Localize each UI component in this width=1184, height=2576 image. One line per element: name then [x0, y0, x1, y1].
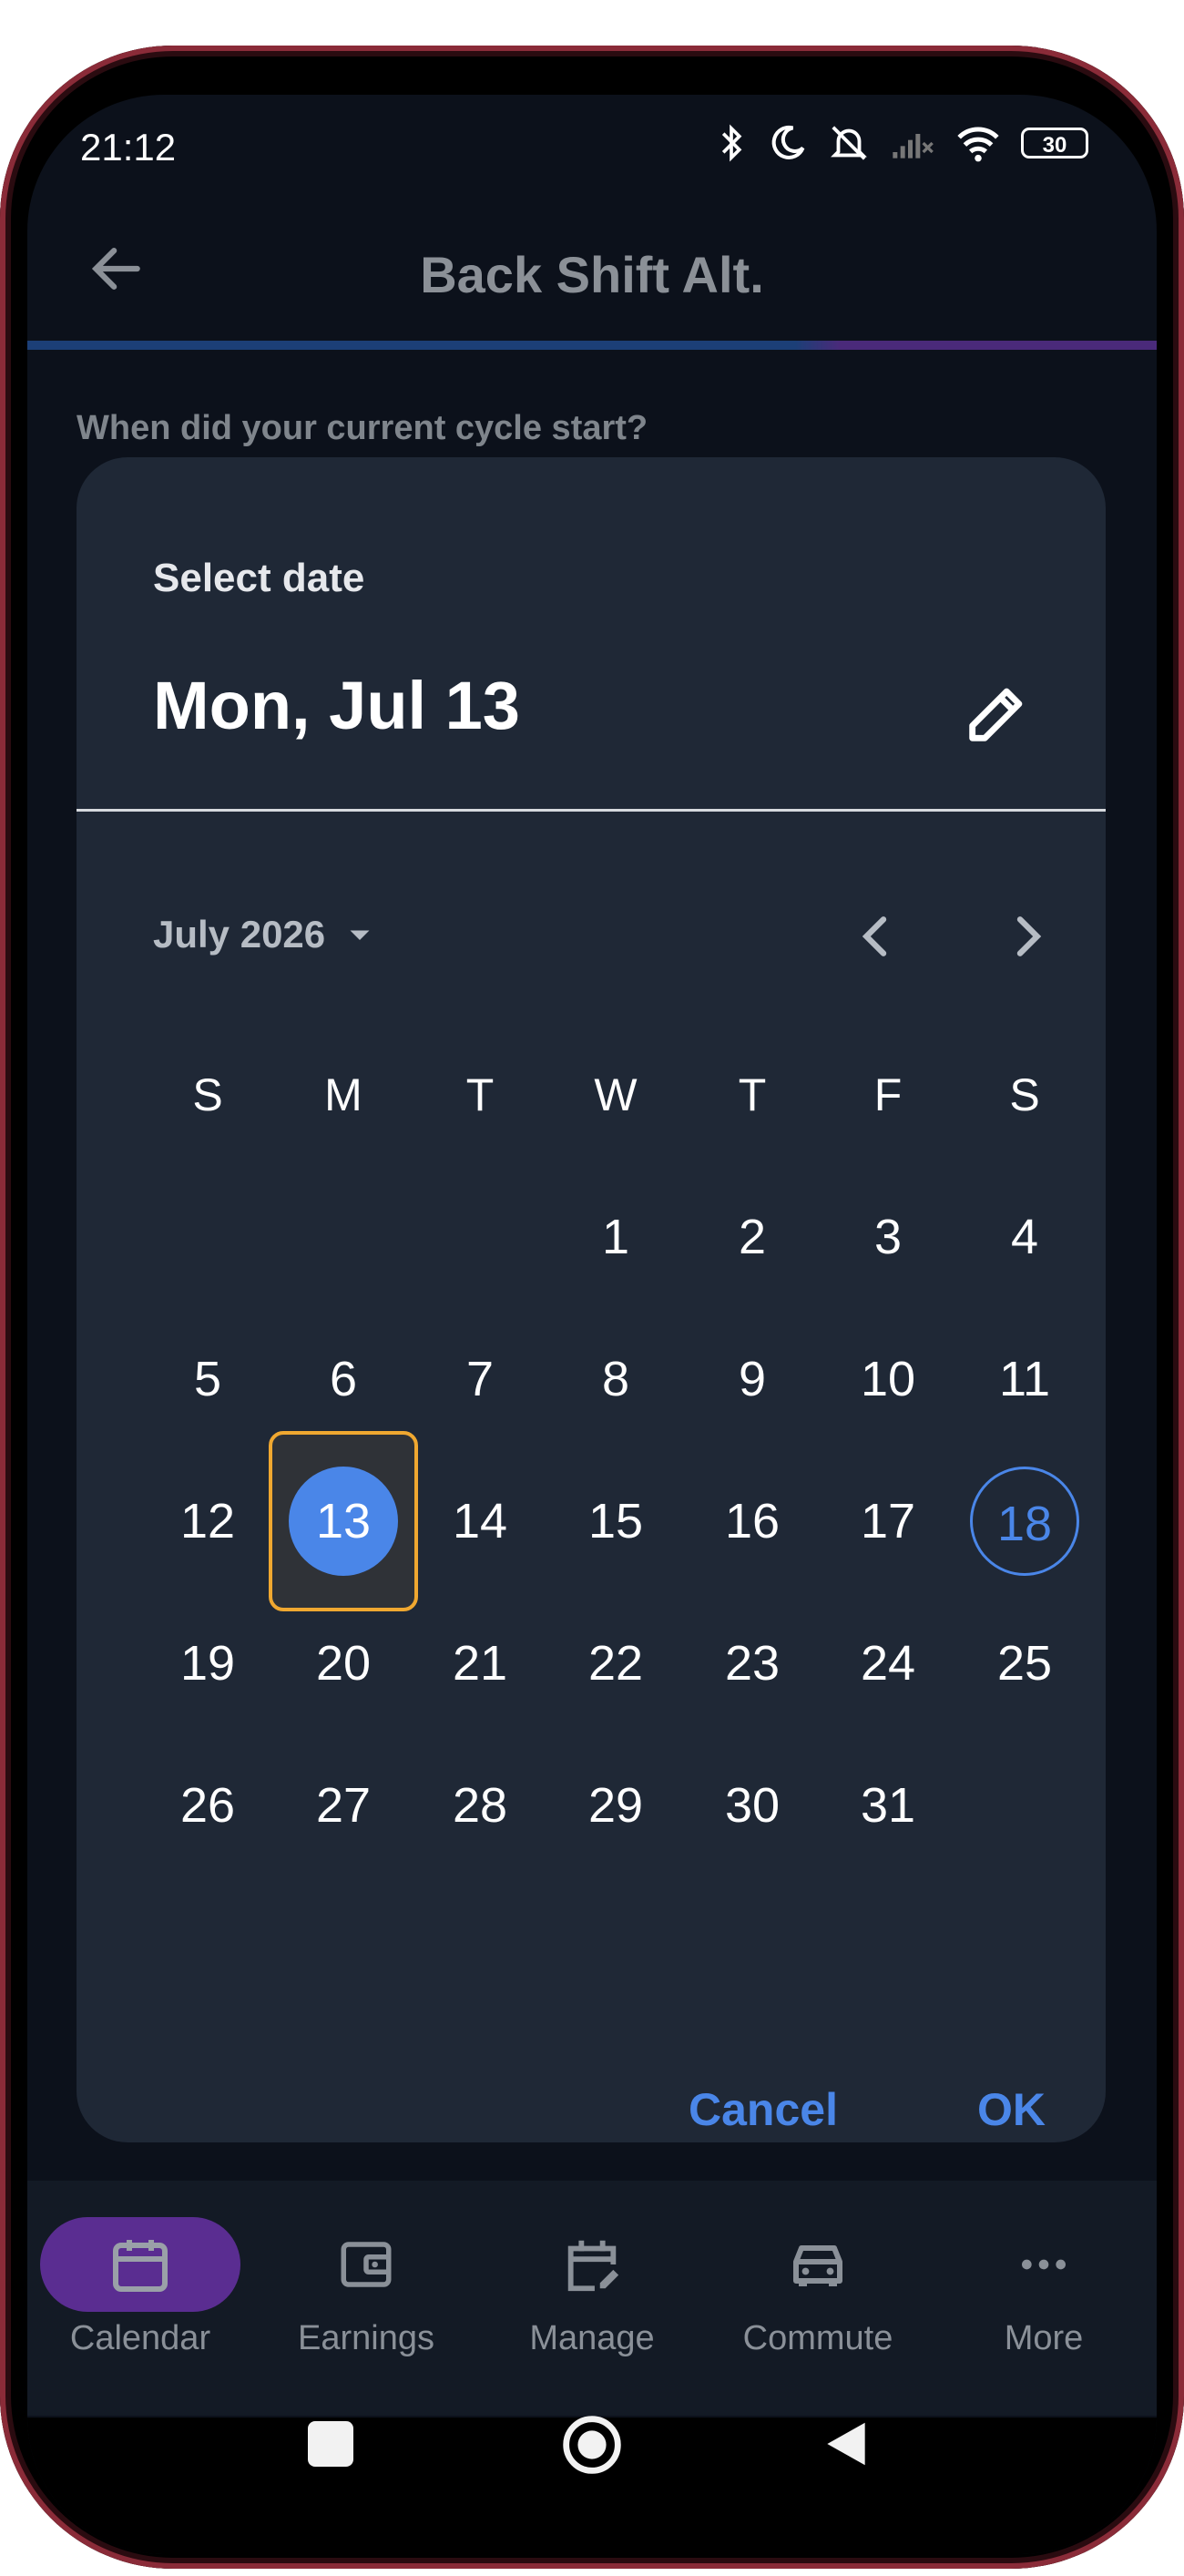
calendar-day[interactable]: 19	[153, 1609, 262, 1718]
date-picker-dialog: Select date Mon, Jul 13 July 2026 S M T W T F…	[77, 457, 1106, 2142]
weekday-header: S	[192, 1069, 223, 1120]
car-icon	[718, 2217, 918, 2312]
signal-icon	[893, 134, 934, 158]
calendar-day[interactable]: 17	[833, 1467, 943, 1576]
progress-bar	[27, 341, 1157, 350]
nav-label: Earnings	[298, 2319, 434, 2357]
weekday-header: T	[738, 1069, 767, 1120]
calendar-day[interactable]: 22	[561, 1609, 670, 1718]
question-label: When did your current cycle start?	[77, 409, 648, 447]
selected-day[interactable]: 13	[289, 1467, 398, 1576]
app-bar: Back Shift Alt.	[27, 209, 1157, 327]
recents-square-icon[interactable]	[308, 2421, 353, 2467]
nav-item-more[interactable]: More	[931, 2217, 1157, 2399]
nav-item-commute[interactable]: Commute	[705, 2217, 931, 2399]
nav-item-manage[interactable]: Manage	[479, 2217, 705, 2399]
calendar-day[interactable]: 8	[561, 1324, 670, 1434]
status-icons: 30	[715, 122, 1088, 164]
calendar-day[interactable]: 26	[153, 1751, 262, 1860]
calendar-day[interactable]: 15	[561, 1467, 670, 1576]
ok-button[interactable]: OK	[977, 2083, 1046, 2136]
dialog-header-label: Select date	[153, 556, 365, 600]
dropdown-arrow-icon	[350, 930, 370, 940]
weekday-header: S	[1009, 1069, 1040, 1120]
nav-label: Manage	[529, 2319, 655, 2357]
bell-off-icon	[831, 126, 867, 160]
calendar-day[interactable]: 10	[833, 1324, 943, 1434]
calendar-day[interactable]: 25	[970, 1609, 1079, 1718]
weekday-header: T	[465, 1069, 495, 1120]
screen: 21:12 30 Back Shift Alt. When did your c…	[27, 95, 1157, 2554]
calendar-day[interactable]: 9	[698, 1324, 807, 1434]
calendar-day[interactable]: 7	[425, 1324, 535, 1434]
calendar-day[interactable]: 6	[289, 1324, 398, 1434]
nav-item-calendar[interactable]: Calendar	[27, 2217, 253, 2399]
calendar-day[interactable]: 1	[561, 1182, 670, 1292]
selected-date-text: Mon, Jul 13	[153, 668, 520, 743]
weekday-header: F	[873, 1069, 903, 1120]
calendar-icon	[40, 2217, 240, 2312]
calendar-day[interactable]: 21	[425, 1609, 535, 1718]
calendar-day[interactable]: 28	[425, 1751, 535, 1860]
weekday-header: W	[594, 1069, 638, 1120]
calendar-day[interactable]: 31	[833, 1751, 943, 1860]
header-divider	[77, 809, 1106, 812]
home-circle-icon[interactable]	[561, 2414, 623, 2476]
weekday-header: M	[324, 1069, 362, 1120]
wallet-icon	[266, 2217, 466, 2312]
status-bar: 21:12 30	[27, 95, 1157, 204]
today-day[interactable]: 18	[970, 1467, 1079, 1576]
next-month-icon[interactable]	[998, 907, 1056, 966]
bluetooth-icon	[721, 124, 742, 162]
calendar-day[interactable]: 4	[970, 1182, 1079, 1292]
calendar-day[interactable]: 27	[289, 1751, 398, 1860]
page-title: Back Shift Alt.	[420, 246, 764, 303]
more-dots-icon	[944, 2217, 1144, 2312]
clock: 21:12	[80, 126, 177, 169]
bottom-navigation: Calendar Earnings Manage Commute More	[27, 2181, 1157, 2416]
calendar-day[interactable]: 2	[698, 1182, 807, 1292]
calendar-day[interactable]: 14	[425, 1467, 535, 1576]
calendar-day[interactable]: 24	[833, 1609, 943, 1718]
nav-item-earnings[interactable]: Earnings	[253, 2217, 479, 2399]
calendar-day[interactable]: 11	[970, 1324, 1079, 1434]
month-dropdown[interactable]: July 2026	[153, 913, 376, 956]
calendar-edit-icon	[492, 2217, 692, 2312]
calendar-day[interactable]: 3	[833, 1182, 943, 1292]
nav-label: Commute	[742, 2319, 893, 2357]
edit-pencil-icon[interactable]	[960, 676, 1035, 751]
calendar-day[interactable]: 16	[698, 1467, 807, 1576]
wifi-icon	[957, 127, 999, 162]
battery-indicator: 30	[1021, 128, 1088, 158]
system-back-triangle-icon[interactable]	[818, 2416, 874, 2472]
calendar-day[interactable]: 29	[561, 1751, 670, 1860]
calendar-day[interactable]: 12	[153, 1467, 262, 1576]
month-label: July 2026	[153, 913, 326, 956]
nav-label: More	[1004, 2319, 1084, 2357]
phone-frame: 21:12 30 Back Shift Alt. When did your c…	[0, 46, 1184, 2569]
nav-label: Calendar	[69, 2319, 211, 2357]
previous-month-icon[interactable]	[847, 907, 905, 966]
cancel-button[interactable]: Cancel	[689, 2083, 838, 2136]
calendar-day[interactable]: 20	[289, 1609, 398, 1718]
calendar-day[interactable]: 23	[698, 1609, 807, 1718]
moon-icon	[771, 125, 805, 159]
calendar-day[interactable]: 30	[698, 1751, 807, 1860]
calendar-day[interactable]: 5	[153, 1324, 262, 1434]
